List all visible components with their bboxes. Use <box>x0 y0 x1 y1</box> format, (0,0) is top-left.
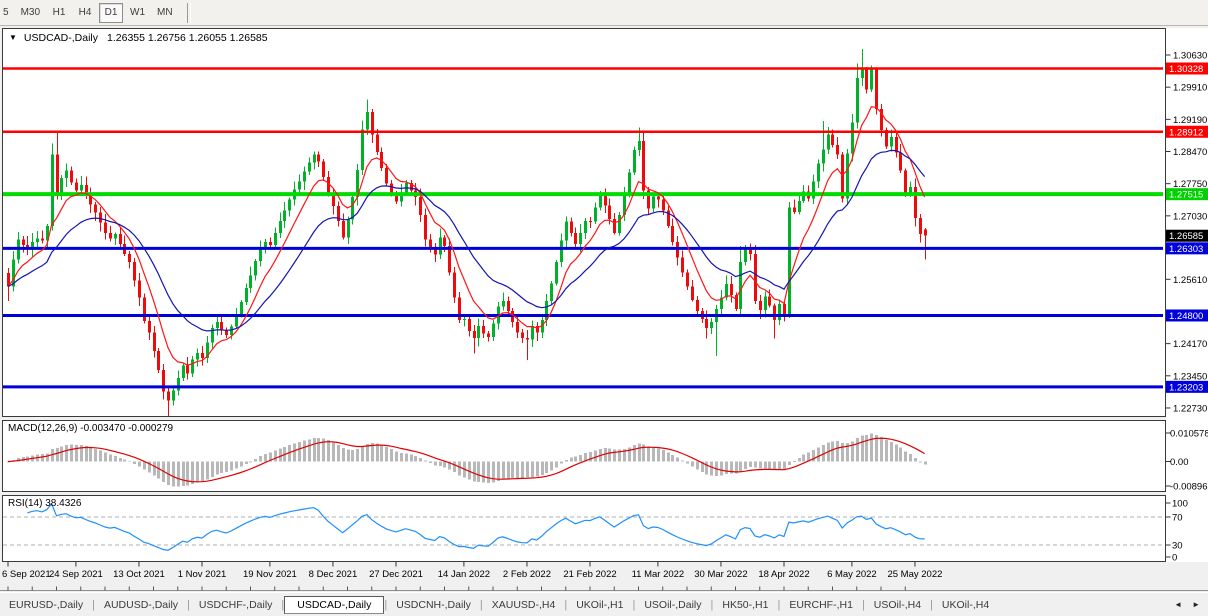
tab-usdcad-daily[interactable]: USDCAD-,Daily <box>284 596 384 614</box>
tab-scroll-controls: ◄► <box>1174 601 1208 609</box>
svg-text:25 May 2022: 25 May 2022 <box>887 569 942 580</box>
svg-text:1.26303: 1.26303 <box>1169 244 1203 255</box>
svg-text:24 Sep 2021: 24 Sep 2021 <box>49 569 103 580</box>
tab-usoil-h4[interactable]: USOil-,H4 <box>865 597 930 613</box>
macd-indicator-label: MACD(12,26,9) -0.003470 -0.000279 <box>8 423 173 434</box>
svg-text:8 Dec 2021: 8 Dec 2021 <box>309 569 358 580</box>
svg-text:6 Sep 2021: 6 Sep 2021 <box>2 569 51 580</box>
tab-audusd-daily[interactable]: AUDUSD-,Daily <box>95 597 187 613</box>
svg-text:0.00: 0.00 <box>1170 457 1189 468</box>
chart-title: ▼ USDCAD-,Daily 1.26355 1.26756 1.26055 … <box>9 32 268 44</box>
svg-text:100: 100 <box>1172 499 1188 510</box>
svg-text:1.28912: 1.28912 <box>1169 127 1203 138</box>
svg-text:13 Oct 2021: 13 Oct 2021 <box>113 569 165 580</box>
svg-text:1 Nov 2021: 1 Nov 2021 <box>178 569 227 580</box>
tab-eurchf-h1[interactable]: EURCHF-,H1 <box>780 597 862 613</box>
rsi-indicator-label: RSI(14) 38.4326 <box>8 498 81 509</box>
svg-text:14 Jan 2022: 14 Jan 2022 <box>438 569 490 580</box>
svg-text:21 Feb 2022: 21 Feb 2022 <box>563 569 616 580</box>
chart-ohlc-values: 1.26355 1.26756 1.26055 1.26585 <box>107 32 268 44</box>
svg-text:30 Mar 2022: 30 Mar 2022 <box>694 569 747 580</box>
svg-text:1.23450: 1.23450 <box>1173 371 1207 382</box>
tab-usdcnh-daily[interactable]: USDCNH-,Daily <box>387 597 480 613</box>
tab-eurusd-daily[interactable]: EURUSD-,Daily <box>0 597 92 613</box>
svg-text:1.24800: 1.24800 <box>1169 311 1203 322</box>
svg-text:11 Mar 2022: 11 Mar 2022 <box>632 569 685 580</box>
svg-text:1.22730: 1.22730 <box>1173 403 1207 414</box>
trading-terminal-window: 5M30H1H4D1W1MN 1.306301.299101.291901.28… <box>0 0 1208 616</box>
svg-text:1.30328: 1.30328 <box>1169 64 1203 75</box>
svg-text:18 Apr 2022: 18 Apr 2022 <box>758 569 809 580</box>
svg-text:27 Dec 2021: 27 Dec 2021 <box>369 569 423 580</box>
tab-xauusd-h4[interactable]: XAUUSD-,H4 <box>483 597 565 613</box>
svg-text:1.26585: 1.26585 <box>1169 231 1203 242</box>
svg-text:1.30630: 1.30630 <box>1173 51 1207 62</box>
svg-text:1.27030: 1.27030 <box>1173 211 1207 222</box>
svg-text:0.010578: 0.010578 <box>1170 429 1208 440</box>
tab-usdchf-daily[interactable]: USDCHF-,Daily <box>190 597 282 613</box>
svg-text:0: 0 <box>1172 553 1177 564</box>
svg-text:2 Feb 2022: 2 Feb 2022 <box>503 569 551 580</box>
svg-text:19 Nov 2021: 19 Nov 2021 <box>243 569 297 580</box>
tab-hk50-h1[interactable]: HK50-,H1 <box>713 597 777 613</box>
chart-symbol-period: USDCAD-,Daily <box>24 32 98 44</box>
svg-text:30: 30 <box>1172 541 1183 552</box>
svg-text:70: 70 <box>1172 513 1183 524</box>
svg-text:1.27515: 1.27515 <box>1169 190 1203 201</box>
tab-ukoil-h1[interactable]: UKOil-,H1 <box>567 597 632 613</box>
tabs-scroll-right-button[interactable]: ► <box>1192 601 1200 609</box>
svg-text:6 May 2022: 6 May 2022 <box>827 569 877 580</box>
svg-text:1.23203: 1.23203 <box>1169 382 1203 393</box>
chart-canvas: 1.306301.299101.291901.284701.277501.270… <box>0 0 1208 616</box>
tab-ukoil-h4[interactable]: UKOil-,H4 <box>933 597 998 613</box>
tab-usoil-daily[interactable]: USOil-,Daily <box>635 597 710 613</box>
svg-text:1.29910: 1.29910 <box>1173 83 1207 94</box>
svg-text:1.24170: 1.24170 <box>1173 339 1207 350</box>
tabs-scroll-left-button[interactable]: ◄ <box>1174 601 1182 609</box>
svg-text:1.28470: 1.28470 <box>1173 147 1207 158</box>
chart-tab-bar: EURUSD-,Daily|AUDUSD-,Daily|USDCHF-,Dail… <box>0 592 1208 616</box>
svg-text:1.29190: 1.29190 <box>1173 115 1207 126</box>
chart-dropdown-icon[interactable]: ▼ <box>9 33 17 42</box>
svg-text:-0.00896: -0.00896 <box>1170 482 1208 493</box>
svg-text:1.25610: 1.25610 <box>1173 275 1207 286</box>
